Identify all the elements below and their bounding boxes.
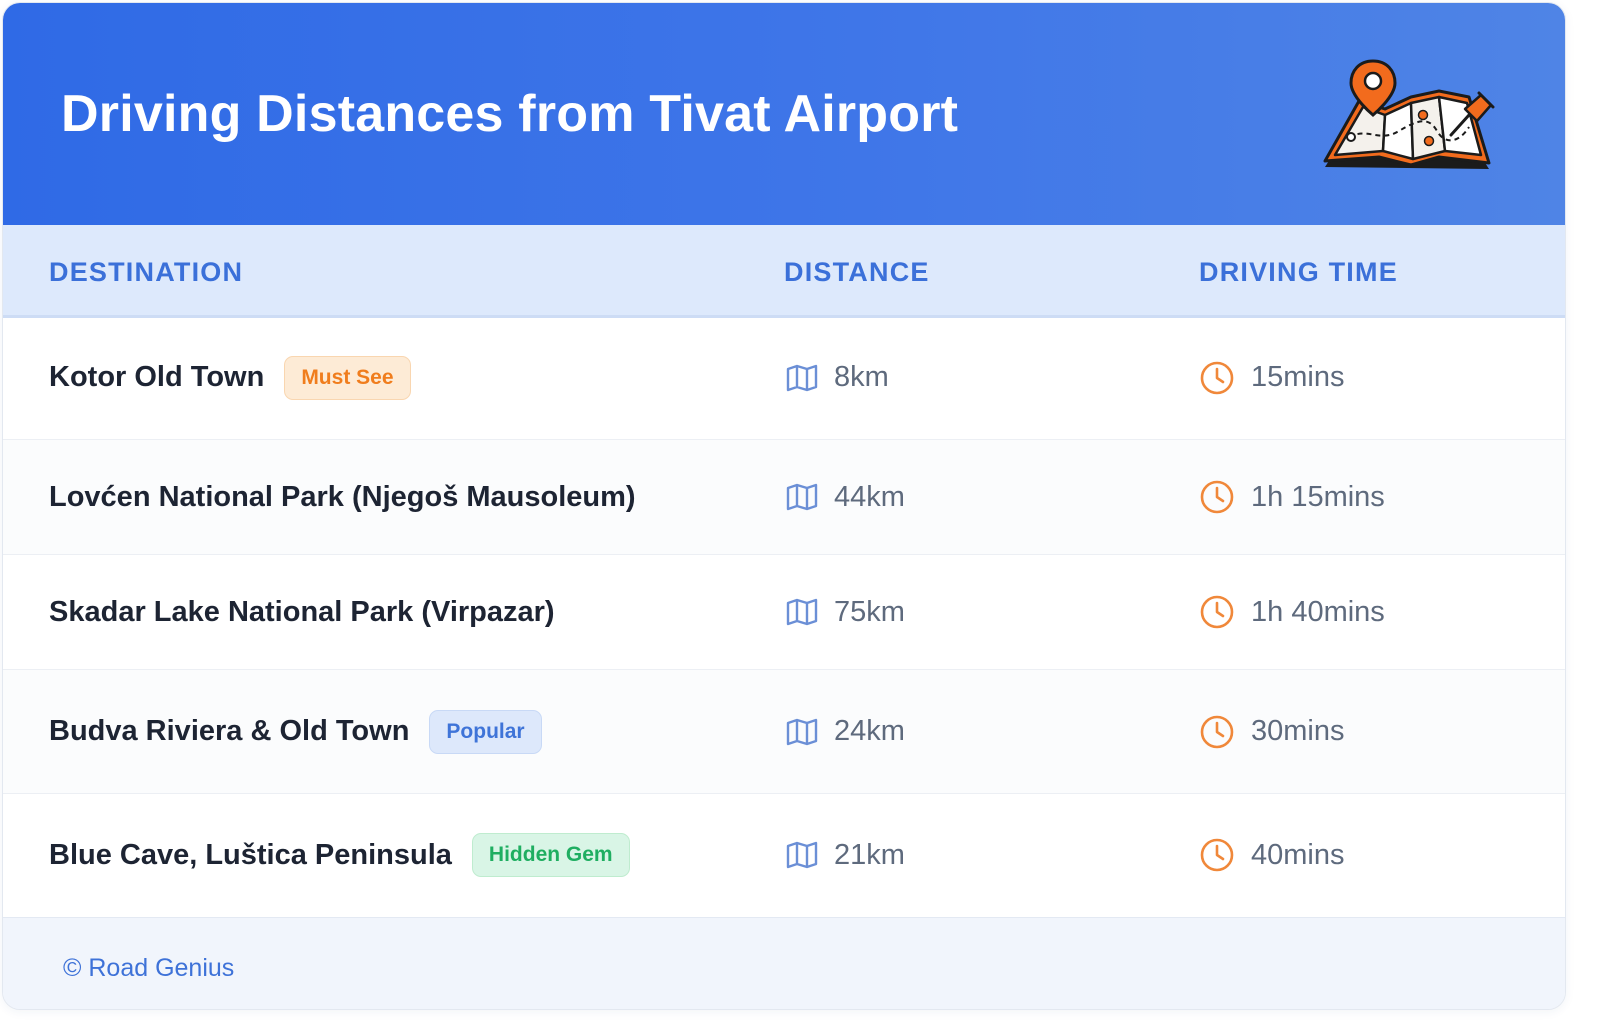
table-row: Blue Cave, Luštica Peninsula Hidden Gem … [3, 794, 1565, 916]
destination-cell: Lovćen National Park (Njegoš Mausoleum) [49, 440, 636, 554]
column-header-destination: DESTINATION [49, 257, 244, 287]
distance-value: 44km [834, 480, 905, 513]
destination-cell: Budva Riviera & Old Town Popular [49, 670, 542, 793]
table-row: Skadar Lake National Park (Virpazar) 75k… [3, 555, 1565, 670]
clock-icon [1199, 837, 1235, 873]
distance-cell: 8km [786, 316, 889, 439]
hidden-gem-badge: Hidden Gem [471, 833, 630, 877]
column-header-driving-time: DRIVING TIME [1199, 257, 1398, 287]
table-row: Budva Riviera & Old Town Popular 24km 30… [3, 670, 1565, 794]
driving-time-cell: 40mins [1199, 794, 1345, 916]
destination-cell: Blue Cave, Luštica Peninsula Hidden Gem [49, 794, 630, 916]
clock-icon [1199, 479, 1235, 515]
destination-name: Kotor Old Town [49, 361, 265, 393]
popular-badge: Popular [429, 709, 542, 754]
table-row: Kotor Old Town Must See 8km 15mins [3, 316, 1565, 440]
distance-value: 24km [834, 715, 905, 747]
page-title: Driving Distances from Tivat Airport [61, 85, 959, 143]
destination-cell: Skadar Lake National Park (Virpazar) [49, 555, 555, 669]
map-icon [786, 483, 818, 511]
destination-name: Budva Riviera & Old Town [49, 715, 410, 747]
distance-value: 75km [834, 595, 905, 628]
driving-time-cell: 30mins [1199, 670, 1345, 793]
driving-time-value: 40mins [1251, 838, 1345, 871]
clock-icon [1199, 594, 1235, 630]
copyright-text: © Road Genius [63, 954, 235, 982]
table-row: Lovćen National Park (Njegoš Mausoleum) … [3, 440, 1565, 555]
clock-icon [1199, 360, 1235, 396]
driving-time-value: 1h 15mins [1251, 480, 1385, 513]
distance-value: 21km [834, 838, 905, 871]
driving-time-value: 15mins [1251, 361, 1345, 393]
driving-time-value: 1h 40mins [1251, 595, 1385, 628]
clock-icon [1199, 714, 1235, 750]
distance-card: Driving Distances from Tivat Airport DES… [2, 2, 1566, 1010]
map-icon [786, 598, 818, 626]
driving-time-cell: 15mins [1199, 316, 1345, 439]
destination-name: Lovćen National Park (Njegoš Mausoleum) [49, 480, 636, 513]
map-icon [786, 841, 818, 869]
distance-value: 8km [834, 361, 889, 393]
distance-cell: 44km [786, 440, 905, 554]
distance-cell: 24km [786, 670, 905, 793]
driving-time-cell: 1h 15mins [1199, 440, 1385, 554]
folded-map-with-location-pin-icon [1323, 59, 1495, 169]
column-header-distance: DISTANCE [784, 257, 930, 287]
destination-name: Blue Cave, Luštica Peninsula [49, 838, 452, 871]
destination-cell: Kotor Old Town Must See [49, 316, 411, 439]
must-see-badge: Must See [284, 355, 411, 400]
card-header: Driving Distances from Tivat Airport [3, 3, 1565, 225]
distance-cell: 21km [786, 794, 905, 916]
table-header-row: DESTINATION DISTANCE DRIVING TIME [3, 225, 1565, 318]
map-icon [786, 718, 818, 746]
distance-cell: 75km [786, 555, 905, 669]
map-icon [786, 364, 818, 392]
driving-time-cell: 1h 40mins [1199, 555, 1385, 669]
card-footer: © Road Genius [3, 917, 1565, 1009]
destination-name: Skadar Lake National Park (Virpazar) [49, 595, 555, 628]
driving-time-value: 30mins [1251, 715, 1345, 747]
